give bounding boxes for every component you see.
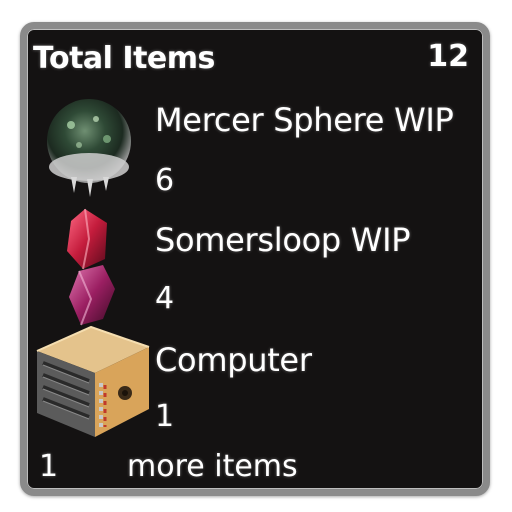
- mercer-sphere-icon: [47, 99, 131, 197]
- total-count: 12: [427, 39, 469, 74]
- item-name: Mercer Sphere WIP: [155, 101, 454, 139]
- item-count: 1: [155, 399, 175, 434]
- panel-title: Total Items: [33, 41, 215, 76]
- item-count: 6: [155, 163, 175, 198]
- item-name: Somersloop WIP: [155, 221, 411, 259]
- more-items-label: more items: [127, 449, 298, 484]
- inventory-panel: Total Items 12 Mercer Sphere WIP 6 Somer…: [20, 22, 490, 496]
- somersloop-icon: [67, 208, 115, 326]
- item-count: 4: [155, 281, 175, 316]
- computer-icon: [36, 325, 150, 437]
- item-name: Computer: [155, 341, 312, 379]
- more-items-count: 1: [39, 449, 59, 484]
